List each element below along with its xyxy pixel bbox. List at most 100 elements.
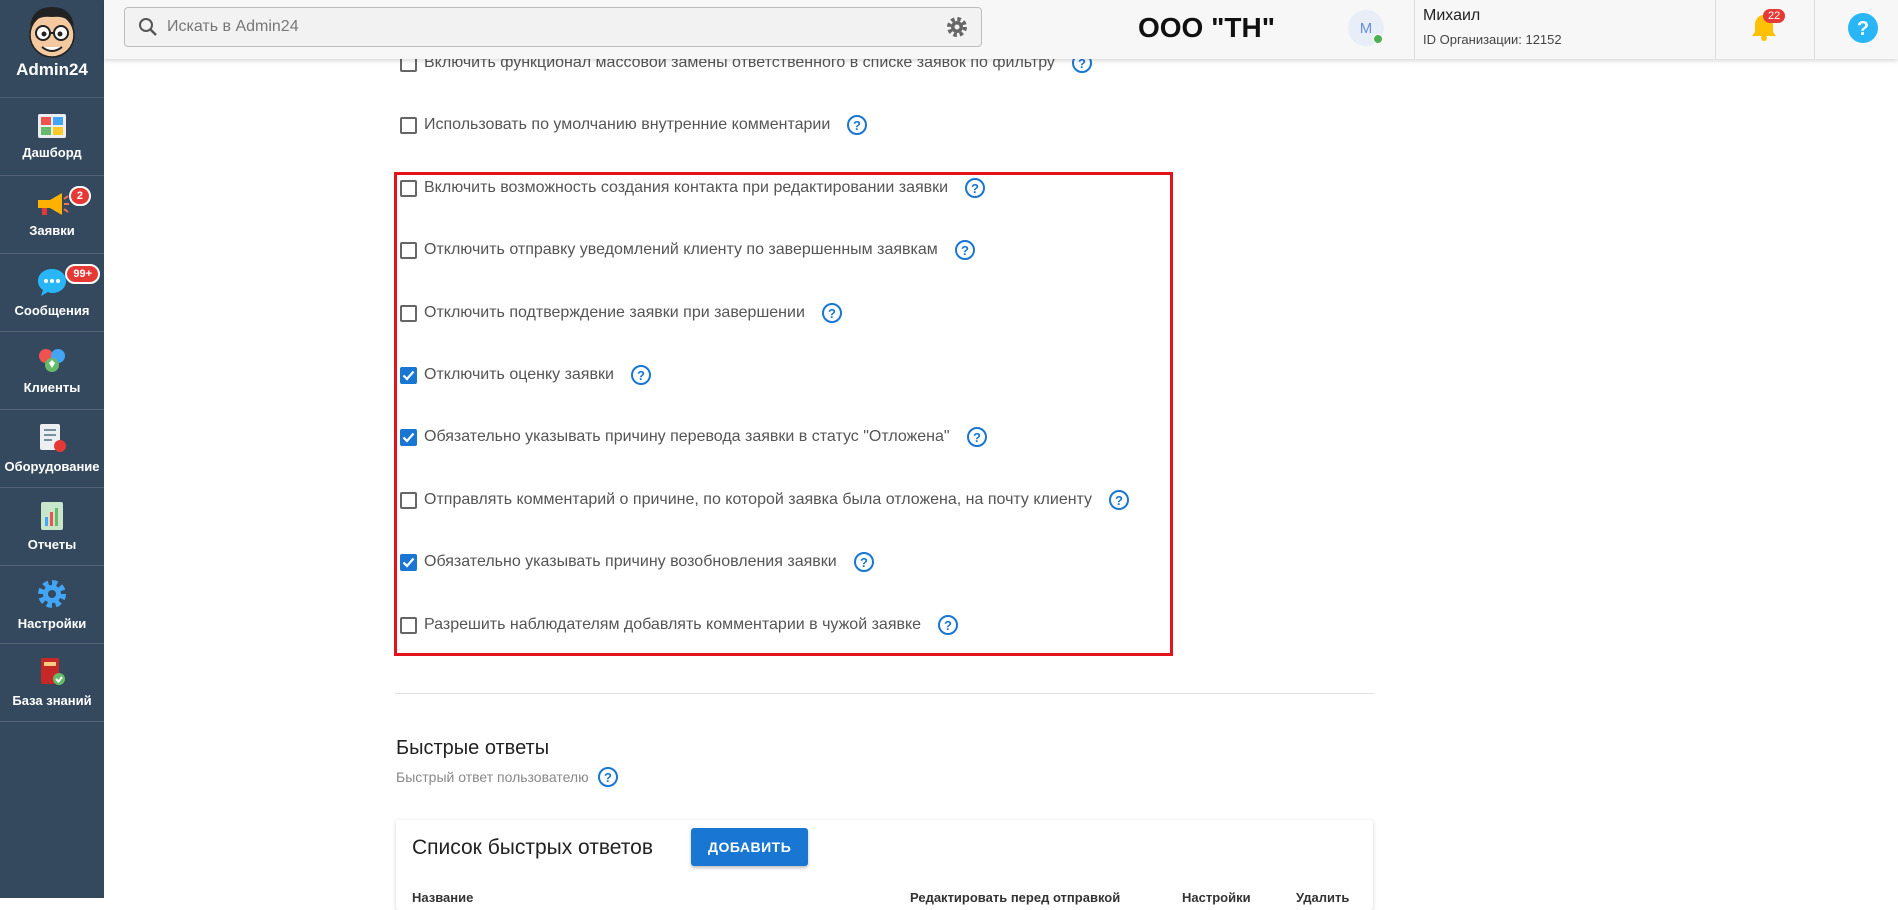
header-divider [1414, 0, 1415, 59]
option-checkbox[interactable] [400, 179, 417, 197]
sidebar-item-label: Клиенты [23, 380, 81, 395]
question-icon[interactable]: ? [937, 614, 959, 636]
question-icon[interactable]: ? [597, 766, 619, 788]
requests-count-badge: 2 [68, 186, 91, 206]
svg-text:?: ? [973, 430, 981, 445]
svg-text:?: ? [961, 243, 969, 258]
option-checkbox-checked[interactable] [400, 366, 417, 384]
option-internal-comments[interactable]: Использовать по умолчанию внутренние ком… [400, 114, 868, 136]
option-label: Включить возможность создания контакта п… [424, 179, 949, 196]
logo-mascot-icon [29, 7, 75, 58]
sidebar-item-label: Сообщения [14, 303, 90, 318]
search-icon [139, 18, 157, 36]
svg-text:?: ? [637, 368, 645, 383]
option-disable-confirmation[interactable]: Отключить подтверждение заявки при завер… [400, 302, 843, 324]
question-icon[interactable]: ? [630, 364, 652, 386]
sidebar-item-reports[interactable]: Отчеты [0, 488, 104, 566]
user-name[interactable]: Михаил [1423, 7, 1480, 25]
search-settings-icon[interactable] [945, 15, 969, 39]
sidebar-item-label: База знаний [12, 693, 92, 708]
question-icon[interactable]: ? [846, 114, 868, 136]
chat-icon [38, 269, 66, 296]
search-box[interactable] [124, 7, 982, 47]
svg-text:?: ? [828, 306, 836, 321]
question-icon[interactable]: ? [821, 302, 843, 324]
option-require-resume-reason[interactable]: Обязательно указывать причину возобновле… [400, 551, 875, 573]
sidebar-item-messages[interactable]: Сообщения 99+ [0, 254, 104, 332]
card-title: Список быстрых ответов [412, 836, 654, 859]
section-title: Быстрые ответы [396, 737, 550, 759]
messages-count-badge: 99+ [65, 264, 100, 284]
app-name: Admin24 [16, 60, 88, 79]
sidebar-item-knowledge-base[interactable]: База знаний [0, 644, 104, 722]
svg-text:?: ? [860, 555, 868, 570]
option-create-contact[interactable]: Включить возможность создания контакта п… [400, 177, 986, 199]
option-disable-rating[interactable]: Отключить оценку заявки ? [400, 364, 652, 386]
option-checkbox[interactable] [400, 491, 417, 509]
add-button[interactable]: ДОБАВИТЬ [691, 828, 809, 866]
option-label: Обязательно указывать причину перевода з… [424, 428, 950, 445]
sidebar-item-label: Оборудование [4, 459, 100, 474]
option-label: Отключить подтверждение заявки при завер… [424, 304, 805, 321]
option-label: Отключить отправку уведомлений клиенту п… [424, 241, 938, 258]
checkmark-icon [402, 432, 415, 443]
question-icon[interactable]: ? [853, 551, 875, 573]
dashboard-icon [38, 114, 66, 138]
option-label: Разрешить наблюдателям добавлять коммент… [424, 616, 922, 633]
search-input[interactable] [159, 7, 945, 47]
avatar-letter: M [1359, 19, 1373, 37]
option-checkbox[interactable] [400, 304, 417, 322]
header-divider [1814, 0, 1815, 59]
question-icon[interactable]: ? [1108, 489, 1130, 511]
online-status-dot [1373, 34, 1383, 44]
option-observers-comments[interactable]: Разрешить наблюдателям добавлять коммент… [400, 614, 959, 636]
sidebar: Admin24 Дашборд Заявки 2 Сообщения 99+ К… [0, 0, 104, 898]
option-checkbox[interactable] [400, 616, 417, 634]
sidebar-item-settings[interactable]: Настройки [0, 566, 104, 644]
section-subtitle: Быстрый ответ пользователю ? [396, 766, 619, 788]
option-checkbox[interactable] [400, 241, 417, 259]
option-label: Обязательно указывать причину возобновле… [424, 553, 837, 570]
svg-text:?: ? [971, 181, 979, 196]
clients-icon [39, 349, 65, 372]
sidebar-item-dashboard[interactable]: Дашборд [0, 98, 104, 176]
gear-icon [38, 580, 66, 608]
equipment-icon [40, 424, 66, 452]
option-disable-completed-notifications[interactable]: Отключить отправку уведомлений клиенту п… [400, 239, 976, 261]
section-subtitle-text: Быстрый ответ пользователю [396, 769, 589, 785]
notifications-badge: 22 [1763, 9, 1786, 23]
svg-text:?: ? [1857, 18, 1869, 40]
sidebar-item-clients[interactable]: Клиенты [0, 332, 104, 410]
help-icon[interactable]: ? [1847, 12, 1879, 44]
app-logo[interactable]: Admin24 [0, 0, 104, 98]
quick-replies-card: Список быстрых ответов ДОБАВИТЬ Название… [396, 820, 1373, 910]
sidebar-item-requests[interactable]: Заявки 2 [0, 176, 104, 254]
svg-text:?: ? [853, 118, 861, 133]
svg-text:?: ? [944, 618, 952, 633]
question-icon[interactable]: ? [954, 239, 976, 261]
option-checkbox-checked[interactable] [400, 428, 417, 446]
knowledge-base-icon [41, 658, 65, 685]
option-checkbox-checked[interactable] [400, 553, 417, 571]
sidebar-item-label: Отчеты [27, 537, 77, 552]
question-icon[interactable]: ? [966, 426, 988, 448]
question-icon[interactable]: ? [964, 177, 986, 199]
option-require-postpone-reason[interactable]: Обязательно указывать причину перевода з… [400, 426, 988, 448]
option-label: Использовать по умолчанию внутренние ком… [424, 116, 831, 133]
option-label: Отправлять комментарий о причине, по кот… [424, 491, 1093, 508]
sidebar-item-label: Настройки [17, 616, 87, 631]
sidebar-item-equipment[interactable]: Оборудование [0, 410, 104, 488]
header-divider [1715, 0, 1716, 59]
checkmark-icon [402, 557, 415, 568]
megaphone-icon [38, 193, 69, 215]
avatar[interactable]: M [1348, 10, 1384, 46]
option-checkbox[interactable] [400, 116, 417, 134]
reports-icon [41, 502, 63, 530]
organization-id: ID Организации: 12152 [1423, 32, 1562, 47]
option-email-postpone-comment[interactable]: Отправлять комментарий о причине, по кот… [400, 489, 1130, 511]
svg-text:?: ? [1115, 493, 1123, 508]
svg-text:?: ? [604, 770, 612, 785]
top-header: ООО "ТН" M Михаил ID Организации: 12152 … [104, 0, 1898, 59]
checkmark-icon [402, 370, 415, 381]
organization-name: ООО "ТН" [1138, 12, 1275, 43]
